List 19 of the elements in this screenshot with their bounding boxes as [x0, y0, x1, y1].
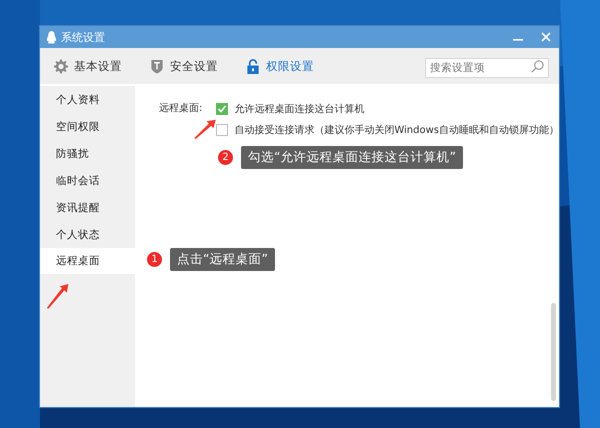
step-number: 1	[147, 252, 162, 267]
option-label: 允许远程桌面连接这台计算机	[234, 102, 364, 116]
settings-tab[interactable]: 权限设置	[246, 58, 314, 74]
section-label: 远程桌面:	[158, 102, 202, 116]
step-number: 2	[218, 150, 233, 165]
sidebar-item[interactable]: 临时会话	[40, 167, 135, 194]
callout: 勾选“允许远程桌面连接这台计算机”	[241, 146, 463, 169]
window-title: 系统设置	[61, 30, 105, 44]
sidebar-item[interactable]: 远程桌面	[40, 248, 135, 274]
sidebar-item[interactable]: 空间权限	[40, 113, 135, 140]
settings-tab[interactable]: 安全设置	[150, 58, 218, 74]
sidebar-item[interactable]: 资讯提醒	[40, 194, 135, 221]
search-field[interactable]: 搜索设置项	[425, 58, 549, 78]
settings-tab[interactable]: 基本设置	[54, 58, 122, 74]
sidebar-item[interactable]: 防骚扰	[40, 140, 135, 167]
callout: 点击“远程桌面”	[170, 248, 275, 271]
sidebar-item[interactable]: 个人状态	[40, 221, 135, 248]
option-label: 自动接受连接请求（建议你手动关闭Windows自动睡眠和自动锁屏功能）	[234, 124, 559, 137]
sidebar-item[interactable]: 个人资料	[40, 86, 135, 113]
